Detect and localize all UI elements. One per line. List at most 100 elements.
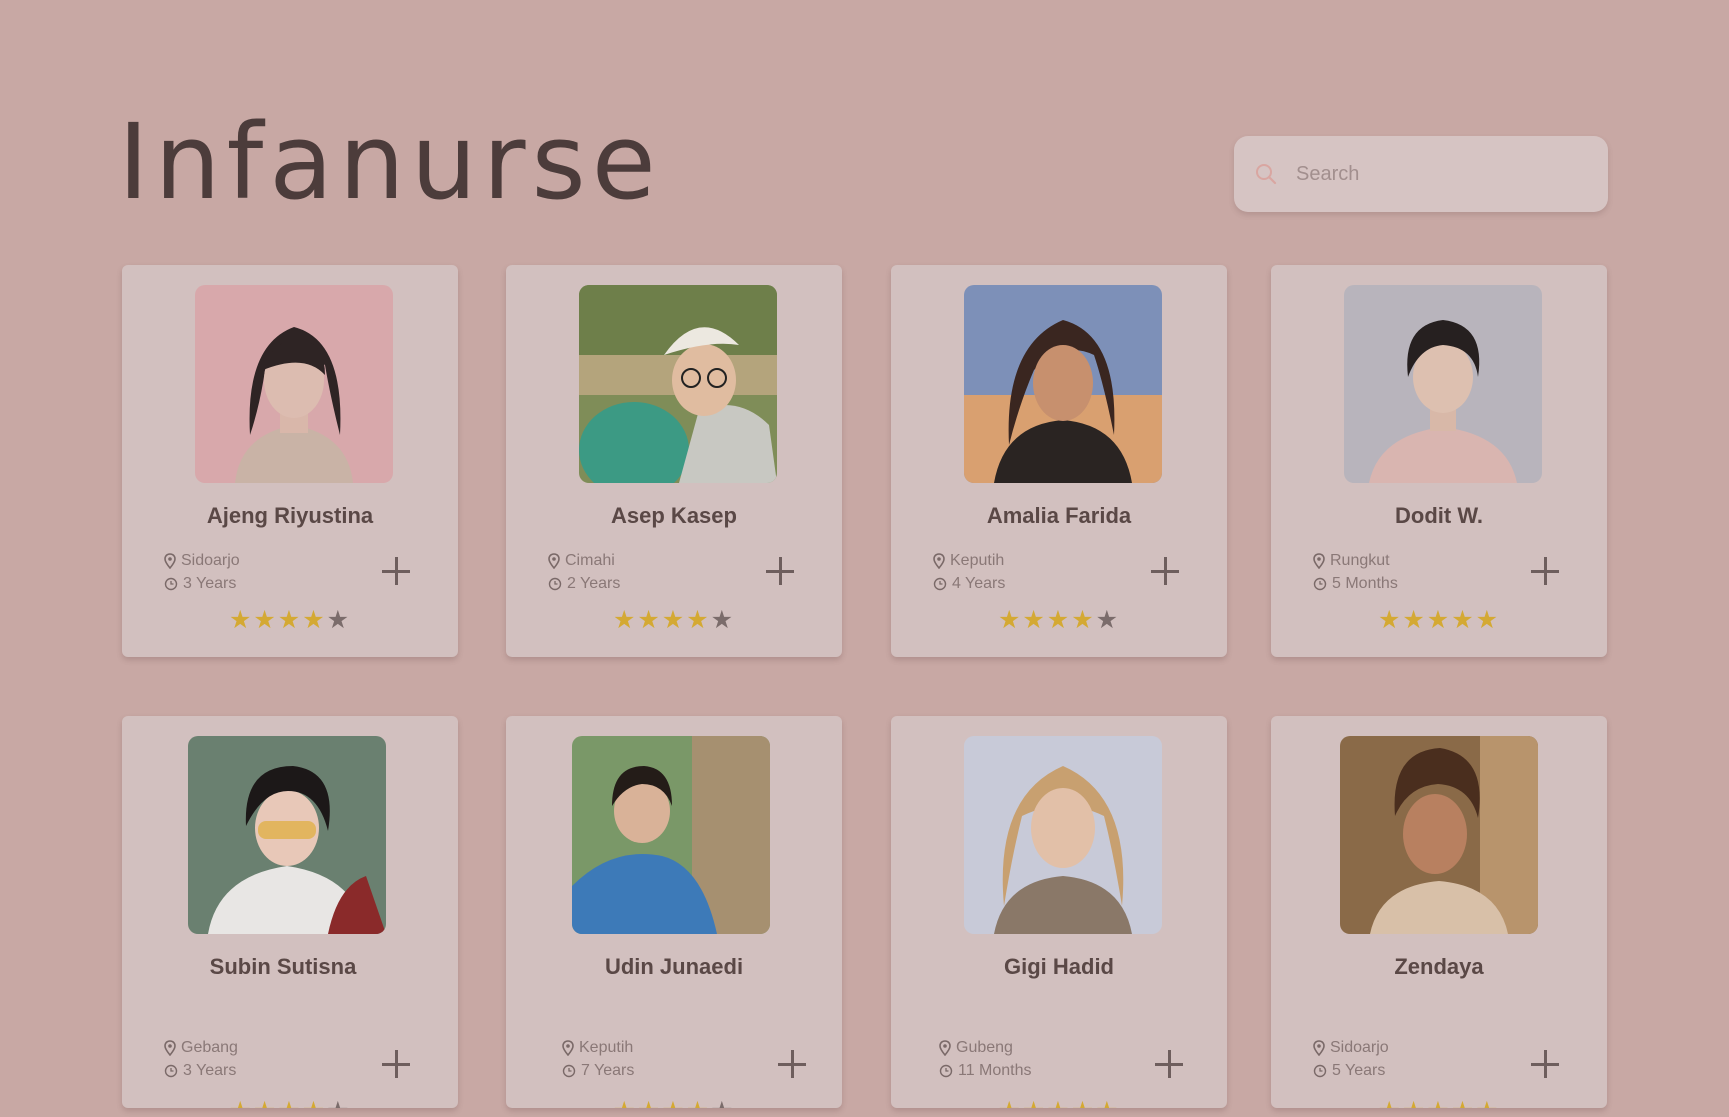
nurse-meta: Keputih 4 Years xyxy=(933,549,1005,595)
rating-stars: ★★★★★ xyxy=(506,1097,842,1109)
star-empty-icon: ★ xyxy=(710,606,736,634)
star-filled-icon: ★ xyxy=(253,1097,277,1109)
location-pin-icon xyxy=(164,552,176,569)
star-filled-icon: ★ xyxy=(1377,606,1403,634)
add-nurse-button[interactable] xyxy=(1531,557,1559,585)
nurse-location: Sidoarjo xyxy=(181,552,240,569)
star-filled-icon: ★ xyxy=(613,1097,637,1109)
star-empty-icon: ★ xyxy=(1095,606,1121,634)
nurse-photo xyxy=(964,285,1162,483)
nurse-card[interactable]: Dodit W. Rungkut 5 Months ★★★★★ xyxy=(1271,265,1607,657)
page: Infanurse Ajeng Riyustina Si xyxy=(0,0,1729,1117)
nurse-experience: 5 Years xyxy=(1332,1062,1386,1079)
nurse-location: Rungkut xyxy=(1330,552,1390,569)
clock-icon xyxy=(548,577,562,590)
location-pin-icon xyxy=(164,1039,176,1056)
clock-icon xyxy=(562,1064,576,1077)
star-filled-icon: ★ xyxy=(1022,606,1047,634)
nurse-meta: Gebang 3 Years xyxy=(164,1036,238,1082)
add-nurse-button[interactable] xyxy=(1155,1050,1183,1078)
star-empty-icon: ★ xyxy=(711,1097,735,1109)
nurse-card[interactable]: Zendaya Sidoarjo 5 Years ★★★★★ xyxy=(1271,716,1607,1108)
add-nurse-button[interactable] xyxy=(1151,557,1179,585)
nurse-name: Dodit W. xyxy=(1395,503,1483,528)
rating-stars: ★★★★★ xyxy=(1271,1097,1607,1109)
star-filled-icon: ★ xyxy=(1071,606,1096,634)
rating-stars: ★★★★★ xyxy=(506,608,842,633)
nurse-name: Subin Sutisna xyxy=(209,954,357,979)
nurse-meta: Cimahi 2 Years xyxy=(548,549,620,595)
star-filled-icon: ★ xyxy=(302,606,327,634)
star-filled-icon: ★ xyxy=(1427,1097,1451,1109)
rating-stars: ★★★★★ xyxy=(891,608,1227,633)
nurse-card[interactable]: Subin Sutisna Gebang 3 Years ★★★★★ xyxy=(122,716,458,1108)
location-pin-icon xyxy=(548,552,560,569)
search-input[interactable] xyxy=(1294,161,1598,187)
add-nurse-button[interactable] xyxy=(778,1050,806,1078)
star-filled-icon: ★ xyxy=(686,606,711,634)
nurse-name: Udin Junaedi xyxy=(604,954,744,979)
star-filled-icon: ★ xyxy=(998,1097,1022,1109)
clock-icon xyxy=(933,577,947,590)
clock-icon xyxy=(939,1064,953,1077)
star-filled-icon: ★ xyxy=(302,1097,326,1109)
star-filled-icon: ★ xyxy=(277,606,303,634)
star-filled-icon: ★ xyxy=(253,606,278,634)
nurse-name: Zendaya xyxy=(1394,954,1484,979)
star-filled-icon: ★ xyxy=(1096,1097,1120,1109)
nurse-photo xyxy=(964,736,1162,934)
star-filled-icon: ★ xyxy=(1402,606,1427,634)
nurse-card[interactable]: Ajeng Riyustina Sidoarjo 3 Years ★★★★★ xyxy=(122,265,458,657)
nurse-card[interactable]: Udin Junaedi Keputih 7 Years ★★★★★ xyxy=(506,716,842,1108)
star-filled-icon: ★ xyxy=(278,1097,302,1109)
star-filled-icon: ★ xyxy=(637,1097,661,1109)
location-pin-icon xyxy=(1313,1039,1325,1056)
nurse-photo xyxy=(572,736,770,934)
search-icon xyxy=(1248,156,1284,192)
nurse-card[interactable]: Asep Kasep Cimahi 2 Years ★★★★★ xyxy=(506,265,842,657)
location-pin-icon xyxy=(933,552,945,569)
star-filled-icon: ★ xyxy=(662,1097,686,1109)
add-nurse-button[interactable] xyxy=(1531,1050,1559,1078)
add-nurse-button[interactable] xyxy=(382,557,410,585)
location-pin-icon xyxy=(939,1039,951,1056)
nurse-name: Asep Kasep xyxy=(611,503,737,528)
star-filled-icon: ★ xyxy=(997,606,1023,634)
nurse-experience: 2 Years xyxy=(567,575,621,592)
rating-stars: ★★★★★ xyxy=(122,1097,458,1109)
star-filled-icon: ★ xyxy=(229,1097,253,1109)
star-filled-icon: ★ xyxy=(1451,606,1476,634)
star-filled-icon: ★ xyxy=(637,606,662,634)
nurse-card[interactable]: Gigi Hadid Gubeng 11 Months ★★★★★ xyxy=(891,716,1227,1108)
nurse-card[interactable]: Amalia Farida Keputih 4 Years ★★★★★ xyxy=(891,265,1227,657)
star-filled-icon: ★ xyxy=(1047,1097,1071,1109)
star-filled-icon: ★ xyxy=(686,1097,710,1109)
star-filled-icon: ★ xyxy=(1022,1097,1046,1109)
nurse-photo xyxy=(579,285,777,483)
search-box[interactable] xyxy=(1234,136,1608,212)
nurse-photo xyxy=(1344,285,1542,483)
star-filled-icon: ★ xyxy=(228,606,254,634)
add-nurse-button[interactable] xyxy=(766,557,794,585)
rating-stars: ★★★★★ xyxy=(122,608,458,633)
rating-stars: ★★★★★ xyxy=(1271,608,1607,633)
add-nurse-button[interactable] xyxy=(382,1050,410,1078)
star-empty-icon: ★ xyxy=(327,1097,351,1109)
nurse-photo xyxy=(1340,736,1538,934)
nurse-meta: Sidoarjo 3 Years xyxy=(164,549,240,595)
clock-icon xyxy=(1313,577,1327,590)
nurse-experience: 5 Months xyxy=(1332,575,1398,592)
star-filled-icon: ★ xyxy=(1402,1097,1426,1109)
nurse-meta: Rungkut 5 Months xyxy=(1313,549,1398,595)
nurse-location: Sidoarjo xyxy=(1330,1039,1389,1056)
star-filled-icon: ★ xyxy=(1476,1097,1500,1109)
nurse-experience: 7 Years xyxy=(581,1062,635,1079)
clock-icon xyxy=(164,577,178,590)
nurse-meta: Sidoarjo 5 Years xyxy=(1313,1036,1389,1082)
rating-stars: ★★★★★ xyxy=(891,1097,1227,1109)
nurse-name: Gigi Hadid xyxy=(1004,954,1114,979)
nurse-location: Cimahi xyxy=(565,552,615,569)
star-filled-icon: ★ xyxy=(1046,606,1072,634)
nurse-meta: Keputih 7 Years xyxy=(562,1036,634,1082)
nurse-photo xyxy=(195,285,393,483)
